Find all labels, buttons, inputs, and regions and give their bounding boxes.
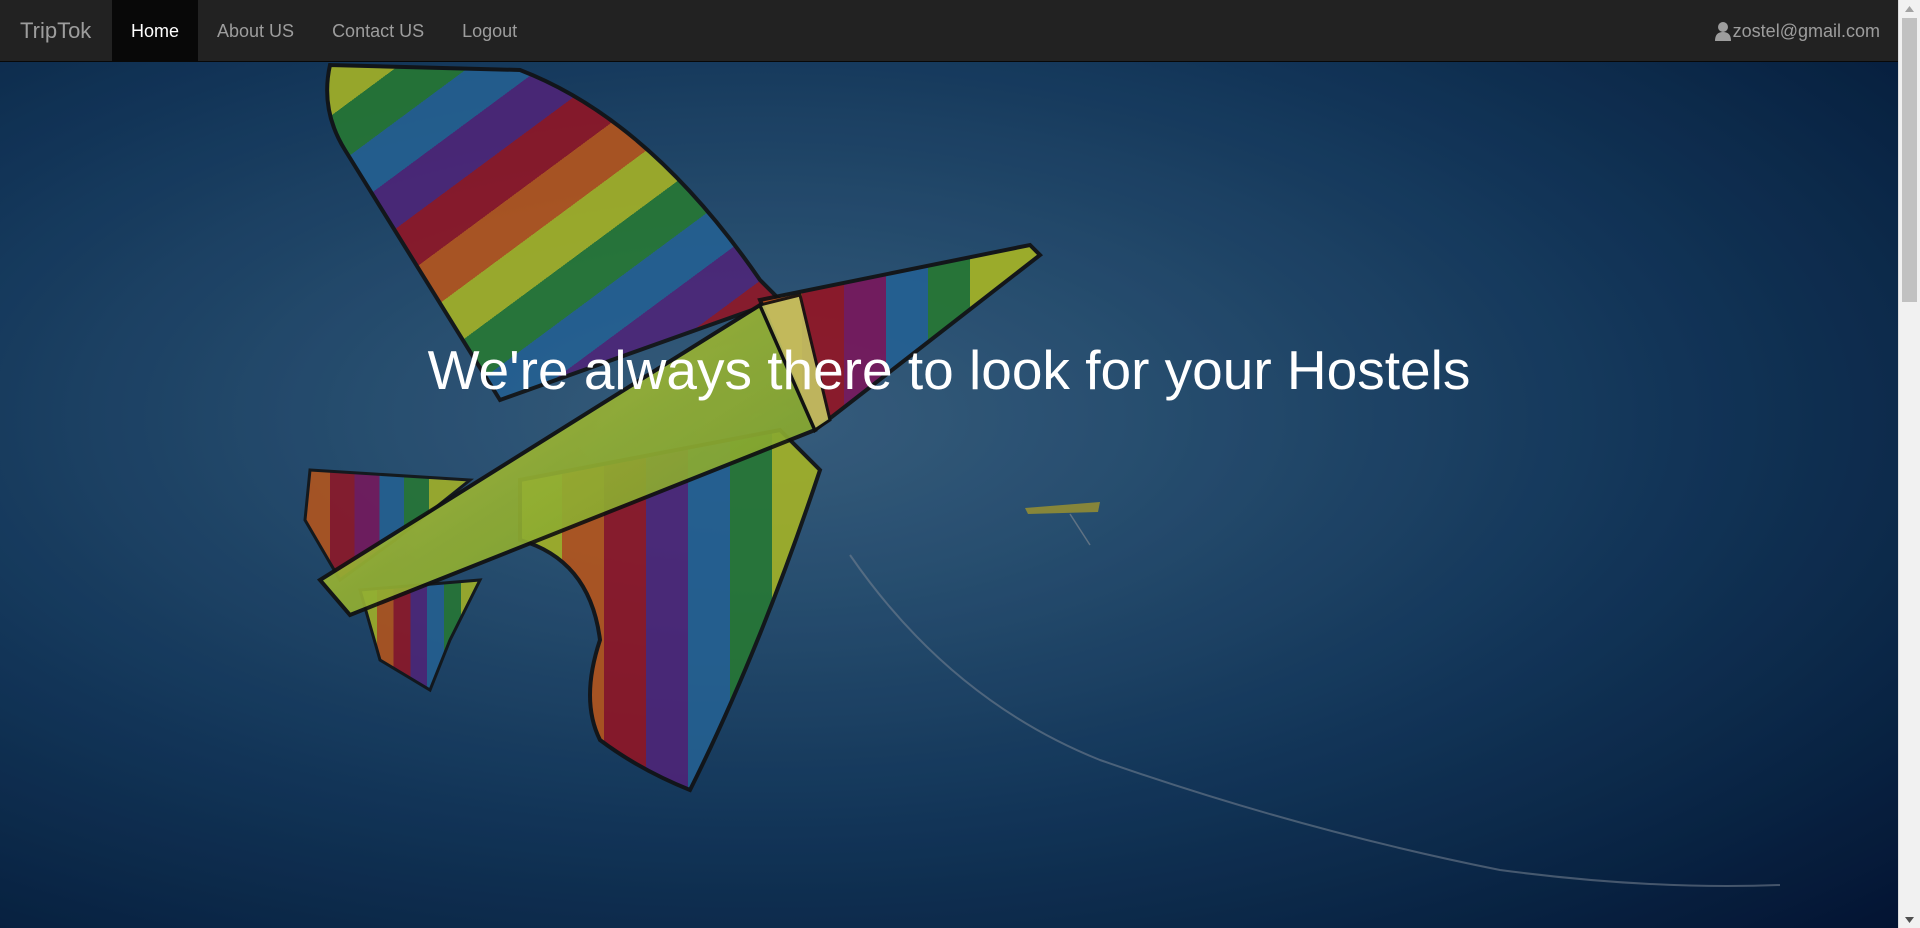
nav-link-about-us[interactable]: About US <box>198 0 313 62</box>
nav-link-contact-us[interactable]: Contact US <box>313 0 443 62</box>
hero-headline: We're always there to look for your Host… <box>427 339 1471 401</box>
user-email: zostel@gmail.com <box>1732 21 1880 41</box>
nav-links: Home About US Contact US Logout <box>112 0 536 62</box>
top-navbar: TripTok Home About US Contact US Logout … <box>0 0 1898 62</box>
nav-link-home[interactable]: Home <box>112 0 199 62</box>
nav-link-logout[interactable]: Logout <box>443 0 536 62</box>
user-icon <box>1714 22 1731 41</box>
brand-logo[interactable]: TripTok <box>20 0 91 62</box>
scroll-up-arrow-icon[interactable] <box>1899 0 1920 17</box>
vertical-scrollbar[interactable] <box>1898 0 1920 928</box>
user-account[interactable]: zostel@gmail.com <box>1714 0 1880 62</box>
scrollbar-thumb[interactable] <box>1902 18 1917 302</box>
scroll-down-arrow-icon[interactable] <box>1899 911 1920 928</box>
hero-section: We're always there to look for your Host… <box>0 0 1898 928</box>
page: We're always there to look for your Host… <box>0 0 1920 928</box>
hero-overlay <box>0 0 1898 928</box>
